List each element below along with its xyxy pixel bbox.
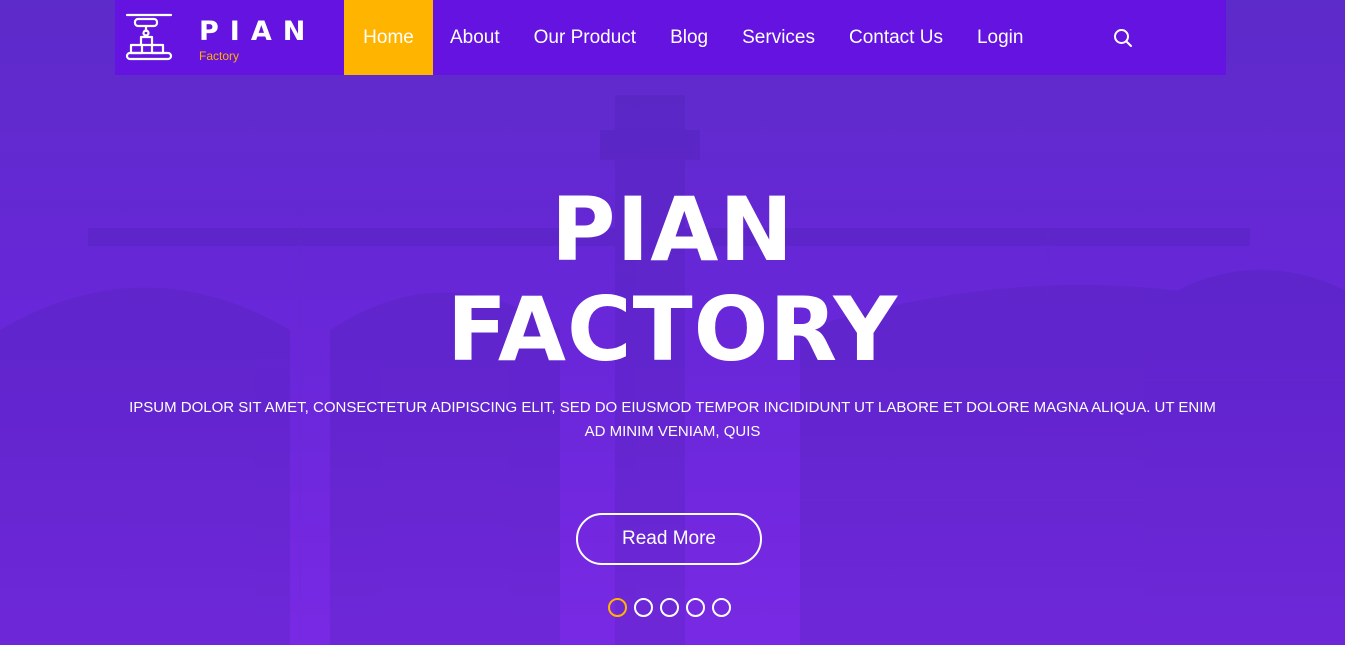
slider-dot-5[interactable] bbox=[712, 598, 731, 617]
hero-section: PIAN Factory Home About Our Product Blog… bbox=[0, 0, 1345, 645]
nav-menu: Home About Our Product Blog Services Con… bbox=[344, 0, 1040, 75]
nav-item-contact-us[interactable]: Contact Us bbox=[832, 0, 960, 75]
conveyor-robot-icon bbox=[125, 13, 173, 61]
read-more-button[interactable]: Read More bbox=[576, 513, 762, 565]
slider-dot-2[interactable] bbox=[634, 598, 653, 617]
nav-item-login[interactable]: Login bbox=[960, 0, 1041, 75]
hero-title-line-2: FACTORY bbox=[446, 278, 899, 381]
slider-dots bbox=[608, 598, 731, 617]
search-icon[interactable] bbox=[1112, 27, 1134, 49]
hero-title: PIAN FACTORY bbox=[0, 180, 1345, 380]
brand-subtitle: Factory bbox=[199, 49, 240, 63]
slider-dot-3[interactable] bbox=[660, 598, 679, 617]
navbar: PIAN Factory Home About Our Product Blog… bbox=[115, 0, 1226, 75]
nav-item-blog[interactable]: Blog bbox=[653, 0, 725, 75]
nav-item-about[interactable]: About bbox=[433, 0, 517, 75]
hero-title-line-1: PIAN bbox=[551, 178, 794, 281]
brand[interactable]: PIAN Factory bbox=[115, 0, 344, 75]
slider-dot-1[interactable] bbox=[608, 598, 627, 617]
nav-item-home[interactable]: Home bbox=[344, 0, 433, 75]
slider-dot-4[interactable] bbox=[686, 598, 705, 617]
nav-item-our-product[interactable]: Our Product bbox=[517, 0, 653, 75]
hero-description: IPSUM DOLOR SIT AMET, CONSECTETUR ADIPIS… bbox=[129, 399, 1216, 440]
nav-item-services[interactable]: Services bbox=[725, 0, 832, 75]
brand-name: PIAN bbox=[199, 16, 317, 47]
